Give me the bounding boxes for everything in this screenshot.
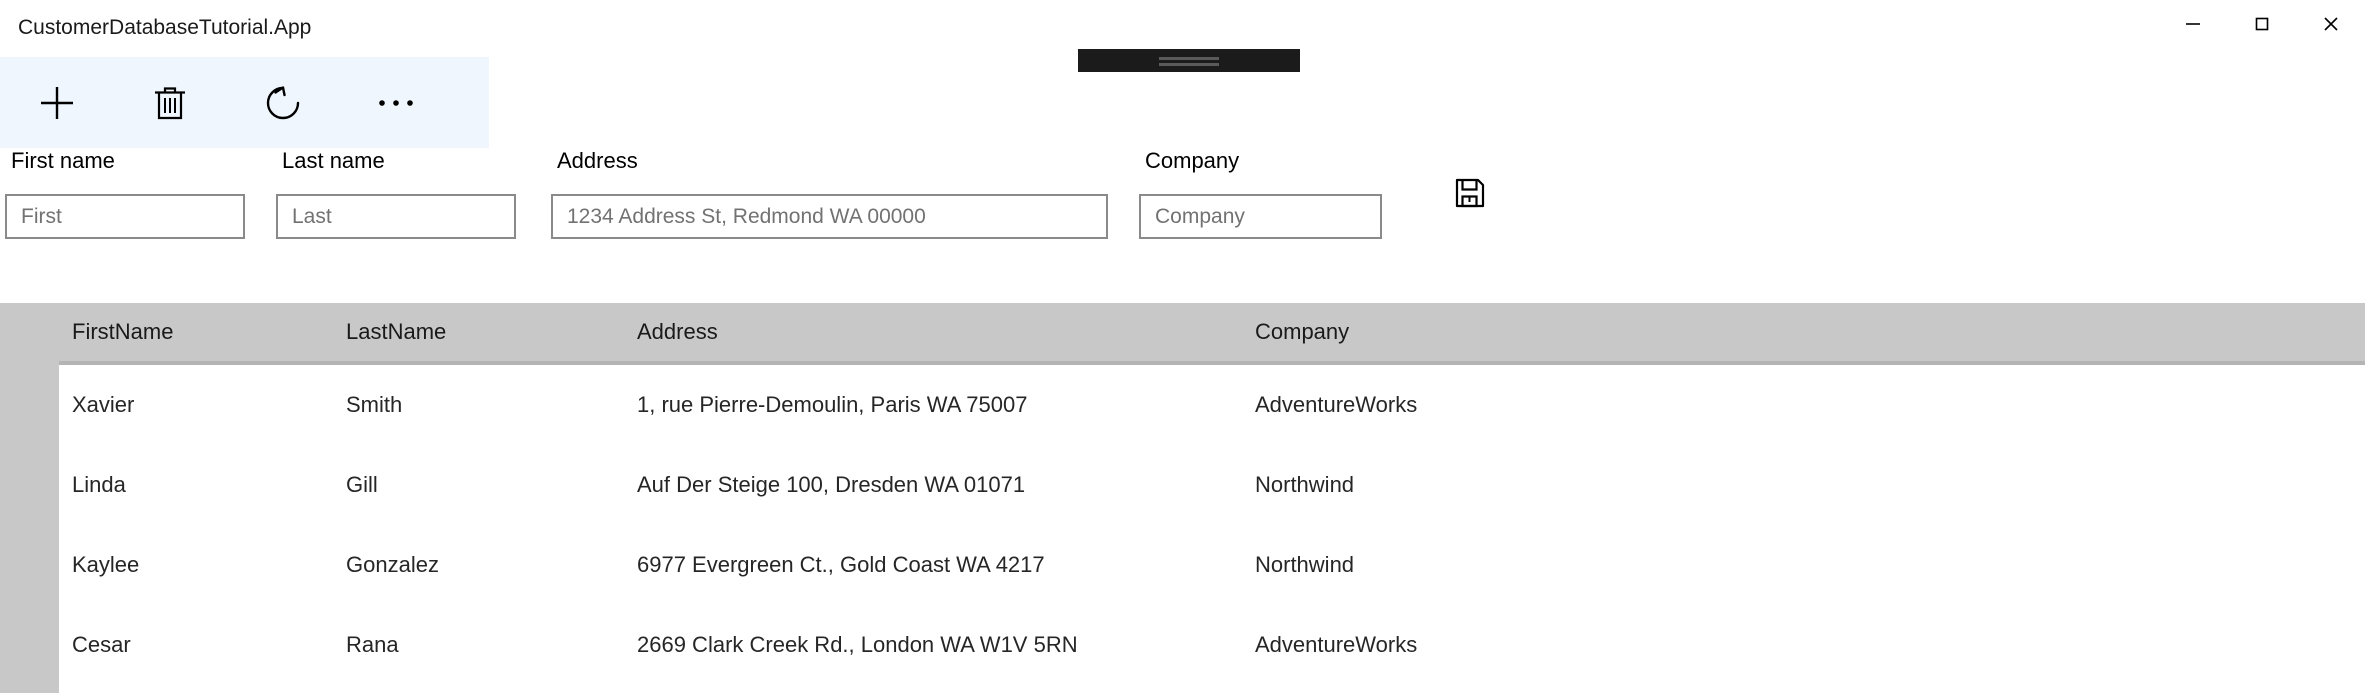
grid-row-gutter (0, 303, 57, 693)
company-input[interactable] (1139, 194, 1382, 239)
refresh-button[interactable] (226, 57, 339, 148)
table-row[interactable]: Xavier Smith 1, rue Pierre-Demoulin, Par… (59, 365, 2365, 445)
minimize-button[interactable] (2158, 0, 2227, 48)
address-label: Address (557, 148, 638, 173)
app-title: CustomerDatabaseTutorial.App (18, 16, 312, 39)
table-row[interactable]: Cesar Rana 2669 Clark Creek Rd., London … (59, 605, 2365, 685)
snap-handle-line-top (1159, 57, 1219, 60)
address-field-group: Address (551, 148, 1108, 239)
cell-company: Northwind (1255, 472, 1355, 497)
grid-body: FirstName LastName Address Company Xavie… (59, 303, 2365, 693)
address-input[interactable] (551, 194, 1108, 239)
first-name-label: First name (11, 148, 115, 173)
column-header-firstname[interactable]: FirstName (72, 303, 352, 361)
cell-lastname: Gill (346, 472, 378, 497)
cell-company: Northwind (1255, 552, 1355, 577)
last-name-label: Last name (282, 148, 385, 173)
cell-firstname: Xavier (72, 392, 135, 417)
snap-handle-line-bottom (1159, 63, 1219, 66)
close-icon (2321, 14, 2341, 34)
delete-icon (151, 83, 189, 123)
add-button[interactable] (0, 57, 113, 148)
first-name-input[interactable] (5, 194, 245, 239)
cell-company: AdventureWorks (1255, 392, 1418, 417)
column-header-company[interactable]: Company (1255, 303, 1655, 361)
cell-company: AdventureWorks (1255, 632, 1418, 657)
more-button[interactable] (339, 57, 452, 148)
maximize-button[interactable] (2227, 0, 2296, 48)
customer-data-grid[interactable]: FirstName LastName Address Company Xavie… (0, 303, 2365, 693)
table-row[interactable]: Kaylee Gonzalez 6977 Evergreen Ct., Gold… (59, 525, 2365, 605)
cell-lastname: Gonzalez (346, 552, 439, 577)
refresh-icon (262, 82, 304, 124)
cell-lastname: Rana (346, 632, 399, 657)
add-icon (36, 82, 78, 124)
last-name-input[interactable] (276, 194, 516, 239)
cell-firstname: Linda (72, 472, 126, 497)
command-bar (0, 57, 489, 148)
cell-firstname: Kaylee (72, 552, 140, 577)
last-name-field-group: Last name (276, 148, 516, 239)
company-field-group: Company (1139, 148, 1382, 239)
cell-firstname: Cesar (72, 632, 131, 657)
company-label: Company (1145, 148, 1240, 173)
more-icon (376, 97, 416, 109)
window-snap-overlay[interactable] (1078, 49, 1300, 72)
column-header-lastname[interactable]: LastName (346, 303, 626, 361)
first-name-field-group: First name (5, 148, 245, 239)
maximize-icon (2252, 14, 2272, 34)
cell-lastname: Smith (346, 392, 403, 417)
close-button[interactable] (2296, 0, 2365, 48)
window-controls (2158, 0, 2365, 48)
minimize-icon (2183, 14, 2203, 34)
delete-button[interactable] (113, 57, 226, 148)
save-button[interactable] (1446, 170, 1494, 218)
grid-header-row: FirstName LastName Address Company (59, 303, 2365, 365)
table-row[interactable]: Linda Gill Auf Der Steige 100, Dresden W… (59, 445, 2365, 525)
save-icon (1454, 177, 1486, 212)
customer-form: First name Last name Address Company (0, 148, 2365, 303)
